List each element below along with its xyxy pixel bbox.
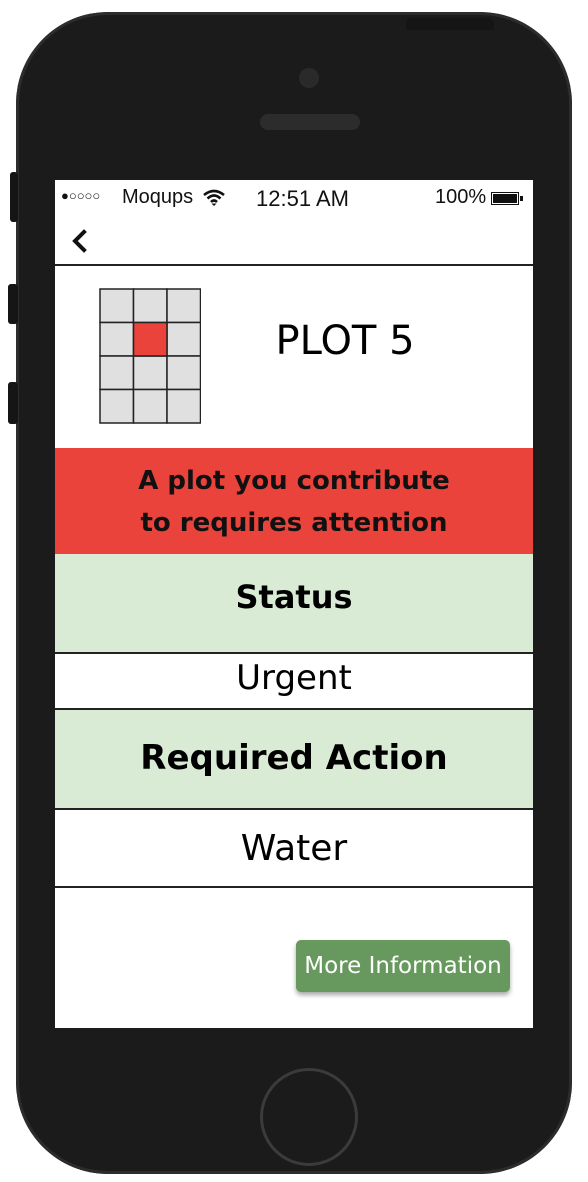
grid-cell [132,288,168,324]
volume-up-button [8,284,18,324]
grid-cell [166,355,201,391]
front-camera [299,68,319,88]
grid-cell [99,355,135,391]
required-action-heading: Required Action [55,710,533,810]
plot-title: PLOT 5 [275,318,415,364]
power-button [406,18,494,30]
attention-alert-banner: A plot you contribute to requires attent… [55,448,533,554]
more-information-button[interactable]: More Information [296,940,510,992]
grid-cell [99,321,135,357]
required-action-value: Water [55,810,533,888]
plot-location-grid [99,288,201,424]
navigation-bar [55,216,533,266]
volume-down-button [8,382,18,424]
chevron-left-icon [72,229,87,253]
grid-cell [132,388,168,424]
plot-header: PLOT 5 [55,266,533,448]
grid-cell [132,355,168,391]
status-heading: Status [55,554,533,654]
home-button[interactable] [260,1068,358,1166]
grid-cell [166,321,201,357]
alert-line-1: A plot you contribute [138,466,450,496]
earpiece-speaker [260,114,360,130]
signal-strength: ●○○○○ [61,188,101,203]
back-button[interactable] [65,224,95,258]
grid-cell [99,288,135,324]
grid-cell [166,388,201,424]
status-bar: ●○○○○ Moqups 12:51 AM 100% [55,180,533,216]
wifi-icon [203,189,225,213]
mute-switch [10,172,18,222]
status-value: Urgent [55,654,533,710]
carrier-name: Moqups [122,186,194,208]
alert-line-2: to requires attention [140,508,448,538]
battery-percentage: 100% [435,186,487,208]
phone-screen: ●○○○○ Moqups 12:51 AM 100% PLOT 5 A plot… [55,180,533,1028]
grid-cell [99,388,135,424]
clock-time: 12:51 AM [256,186,349,211]
grid-cell-highlighted [132,321,168,357]
battery-icon [491,192,519,205]
grid-cell [166,288,201,324]
battery-nub [520,196,523,201]
